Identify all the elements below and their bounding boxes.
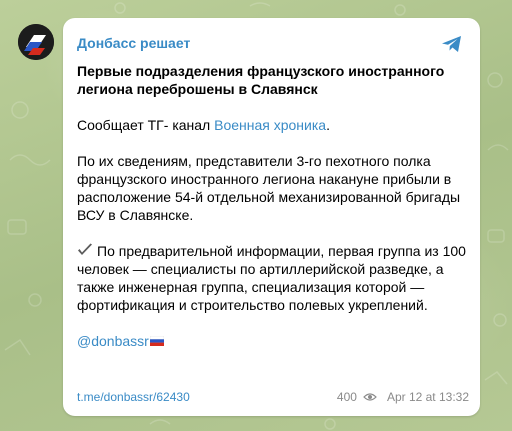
message-date: Apr 12 at 13:32 [386,390,469,404]
source-channel-link[interactable]: Военная хроника [214,117,326,133]
post-permalink[interactable]: t.me/donbassr/62430 [77,388,190,406]
view-count: 400 [336,390,357,404]
message-meta: 400 Apr 12 at 13:32 [337,388,469,406]
source-suffix: . [326,117,330,133]
post-paragraph-2: По их сведениям, представители 3-го пехо… [77,153,461,223]
message-bubble: Донбасс решает Первые подразделения фран… [63,18,480,416]
share-button[interactable] [440,32,464,56]
channel-avatar[interactable] [18,24,54,60]
paragraph-3-text: По предварительной информации, первая гр… [77,243,466,313]
telegram-share-icon [442,36,461,52]
message-footer: t.me/donbassr/62430 400 Apr 12 at 13:32 [77,388,469,406]
post-paragraph-3: По предварительной информации, первая гр… [77,242,469,314]
donbass-flag-avatar-icon [18,24,54,60]
channel-name[interactable]: Донбасс решает [77,35,190,51]
mention-line: @donbassr [77,332,469,350]
source-paragraph: Сообщает ТГ- канал Военная хроника. [77,116,469,134]
russia-flag-icon [149,332,165,346]
channel-mention-link[interactable]: @donbassr [77,333,149,349]
post-headline: Первые подразделения французского иностр… [77,63,445,97]
check-mark-icon [77,243,93,257]
source-prefix: Сообщает ТГ- канал [77,117,215,133]
eye-icon [363,389,377,401]
post-text: Первые подразделения французского иностр… [77,62,469,350]
